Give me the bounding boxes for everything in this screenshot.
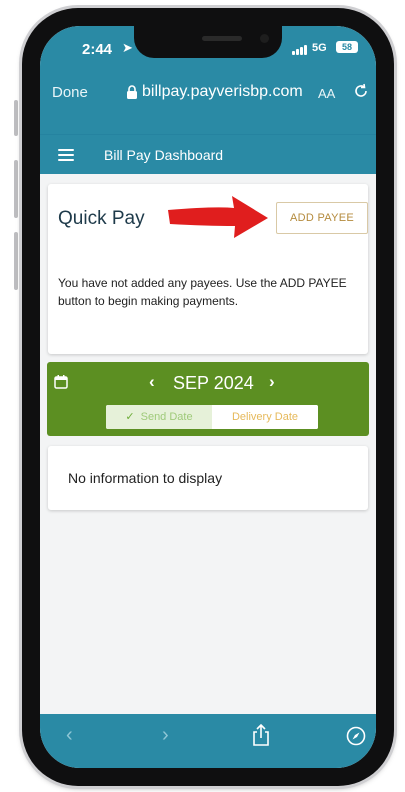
volume-up-button [14,160,18,218]
payments-list-card: No information to display [48,446,368,510]
volume-down-button [14,232,18,290]
quick-pay-title: Quick Pay [58,208,145,229]
url-field[interactable]: billpay.payverisbp.com [142,83,303,101]
signal-icon [292,45,307,55]
hamburger-icon[interactable] [58,149,74,161]
send-date-label: Send Date [140,411,193,423]
camera [260,34,269,43]
share-icon[interactable] [252,724,270,746]
forward-button[interactable]: › [162,724,169,747]
next-month-button[interactable]: › [269,372,275,392]
empty-state-text: No information to display [68,470,223,486]
page-title: Bill Pay Dashboard [104,147,224,163]
add-payee-button[interactable]: ADD PAYEE [276,202,368,234]
red-arrow-icon [168,196,268,238]
browser-bottom-bar: ‹ › [40,714,376,768]
calendar-icon[interactable] [54,375,68,389]
status-time: 2:44 [82,41,113,58]
no-payees-message: You have not added any payees. Use the A… [58,276,347,308]
notch [134,26,282,58]
check-icon: ✓ [125,411,135,423]
text-size-button[interactable]: AA [318,86,335,101]
main-content: Quick Pay ADD PAYEE You have not added a… [40,174,376,714]
battery-icon: 58 [336,41,358,53]
speaker [202,36,242,41]
network-label: 5G [312,42,327,54]
phone-screen: 2:44 ➤ 5G 58 Done billpay.payverisbp.com… [40,26,376,768]
quick-pay-card: Quick Pay ADD PAYEE You have not added a… [48,184,368,354]
location-arrow-icon: ➤ [122,40,133,55]
reload-icon[interactable] [352,82,370,100]
browser-top-bar: 2:44 ➤ 5G 58 Done billpay.payverisbp.com… [40,26,376,134]
silent-switch [14,100,18,136]
send-date-option[interactable]: ✓ Send Date [106,405,212,429]
date-type-toggle: ✓ Send Date Delivery Date [106,405,318,429]
delivery-date-option[interactable]: Delivery Date [212,405,318,429]
compass-icon[interactable] [346,726,366,746]
back-button[interactable]: ‹ [66,724,73,747]
calendar-bar: ‹ SEP 2024 › ✓ Send Date Delivery Date [47,362,369,436]
lock-icon [127,85,137,99]
prev-month-button[interactable]: ‹ [149,372,155,392]
phone-frame: 2:44 ➤ 5G 58 Done billpay.payverisbp.com… [22,8,394,786]
done-button[interactable]: Done [52,84,88,101]
app-header: Bill Pay Dashboard [40,134,376,174]
month-label: SEP 2024 [173,373,254,393]
